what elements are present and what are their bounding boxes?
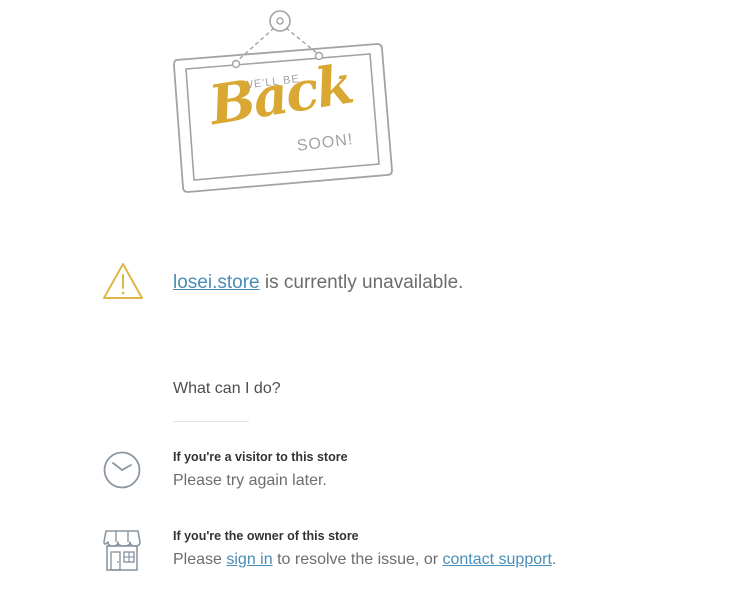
clock-icon	[103, 451, 141, 489]
owner-instructions-suffix: .	[551, 551, 557, 568]
unavailable-alert: losei.store is currently unavailable.	[102, 262, 702, 302]
sign-in-link[interactable]: sign in	[226, 551, 272, 568]
storefront-icon	[103, 530, 141, 571]
store-unavailable-page: WE'LL BE Back SOON! losei.store is curre…	[0, 0, 743, 595]
contact-support-link[interactable]: contact support	[442, 551, 551, 568]
store-domain-link[interactable]: losei.store	[173, 272, 260, 293]
owner-instructions: Please sign in to resolve the issue, or …	[173, 551, 556, 569]
owner-instructions-prefix: Please	[173, 551, 227, 568]
divider	[173, 421, 249, 422]
visitor-title: If you're a visitor to this store	[173, 450, 348, 464]
sign-bottom-text: SOON!	[296, 131, 355, 155]
unavailable-message-suffix: is currently unavailable.	[259, 272, 464, 293]
sign-main-text: Back	[205, 51, 357, 138]
unavailable-message: losei.store is currently unavailable.	[173, 272, 463, 294]
warning-icon	[103, 263, 143, 299]
visitor-instructions: Please try again later.	[173, 472, 327, 489]
owner-title: If you're the owner of this store	[173, 529, 359, 543]
owner-instructions-middle: to resolve the issue, or	[272, 551, 443, 568]
what-can-i-do-heading: What can I do?	[173, 380, 281, 397]
sign-lettering: WE'LL BE Back SOON!	[168, 8, 400, 200]
well-be-back-soon-sign-illustration: WE'LL BE Back SOON!	[168, 8, 400, 200]
